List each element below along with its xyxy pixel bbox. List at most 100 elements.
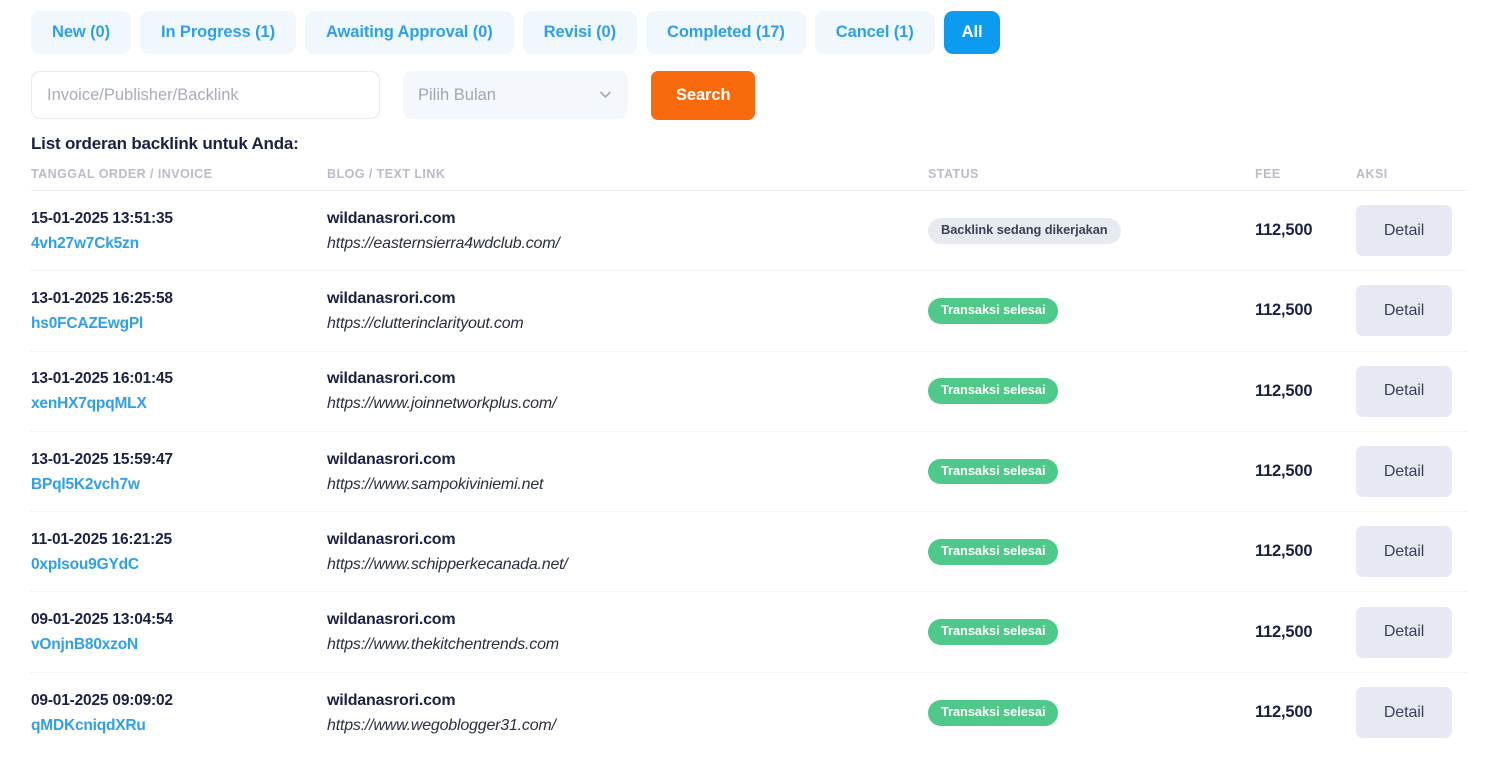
status-badge: Transaksi selesai (928, 378, 1059, 405)
order-date: 09-01-2025 13:04:54 (31, 611, 173, 629)
filter-bar: Pilih Bulan Search (0, 54, 1498, 120)
table-row: 13-01-2025 16:01:45 xenHX7qpqMLX wildanasr… (31, 352, 1467, 432)
order-date: 09-01-2025 09:09:02 (31, 691, 173, 709)
detail-button[interactable]: Detail (1356, 205, 1452, 257)
cell-fee: 112,500 (1255, 622, 1313, 641)
page-title: List orderan backlink untuk Anda: (31, 134, 299, 153)
tab-new[interactable]: New (0) (31, 11, 131, 54)
detail-button[interactable]: Detail (1356, 526, 1452, 578)
cell-blog-textlink: wildanasrori.com https://www.wegoblogger3… (327, 688, 928, 738)
table-row: 13-01-2025 16:25:58 hs0FCAZEwgPl wildanasr… (31, 271, 1467, 352)
tab-in-progress[interactable]: In Progress (1) (139, 11, 297, 54)
text-link[interactable]: https://www.joinnetworkplus.com/ (327, 391, 928, 416)
detail-button[interactable]: Detail (1356, 285, 1452, 337)
text-link[interactable]: https://www.thekitchentrends.com (327, 632, 928, 657)
cell-blog-textlink: wildanasrori.com https://www.schipperkeca… (327, 527, 928, 577)
blog-name: wildanasrori.com (327, 450, 456, 468)
tab-completed[interactable]: Completed (17) (646, 11, 806, 54)
tab-all[interactable]: All (943, 11, 1001, 54)
cell-status: Transaksi selesai (928, 378, 1255, 405)
blog-name: wildanasrori.com (327, 530, 456, 548)
cell-blog-textlink: wildanasrori.com https://www.joinnetworkp… (327, 366, 928, 416)
month-select[interactable]: Pilih Bulan (403, 71, 628, 119)
cell-aksi: Detail (1356, 285, 1467, 337)
cell-fee: 112,500 (1255, 462, 1313, 481)
search-input[interactable] (31, 71, 380, 119)
table-row: 09-01-2025 09:09:02 qMDKcniqdXRu wildanasr… (31, 673, 1467, 753)
cell-fee: 112,500 (1255, 542, 1313, 561)
text-link[interactable]: https://www.schipperkecanada.net/ (327, 552, 928, 577)
text-link[interactable]: https://www.sampokiviniemi.net (327, 472, 928, 497)
detail-button[interactable]: Detail (1356, 606, 1452, 658)
invoice-link[interactable]: hs0FCAZEwgPl (31, 311, 327, 336)
invoice-link[interactable]: 4vh27w7Ck5zn (31, 231, 327, 256)
table-body: 15-01-2025 13:51:35 4vh27w7Ck5zn wildanasr… (31, 191, 1467, 753)
table-row: 13-01-2025 15:59:47 BPql5K2vch7w wildanasr… (31, 432, 1467, 513)
text-link[interactable]: https://easternsierra4wdclub.com/ (327, 231, 928, 256)
order-date: 13-01-2025 15:59:47 (31, 450, 173, 468)
table-row: 09-01-2025 13:04:54 vOnjnB80xzoN wildanasr… (31, 592, 1467, 673)
column-header-blog: BLOG / TEXT LINK (327, 166, 446, 181)
detail-button[interactable]: Detail (1356, 365, 1452, 417)
cell-blog-textlink: wildanasrori.com https://easternsierra4wd… (327, 206, 928, 256)
invoice-link[interactable]: vOnjnB80xzoN (31, 632, 327, 657)
column-header-fee: FEE (1255, 166, 1281, 181)
cell-aksi: Detail (1356, 526, 1467, 578)
invoice-link[interactable]: BPql5K2vch7w (31, 472, 327, 497)
order-date: 13-01-2025 16:25:58 (31, 289, 173, 307)
cell-date-invoice: 13-01-2025 16:01:45 xenHX7qpqMLX (31, 366, 327, 416)
orders-page: New (0) In Progress (1) Awaiting Approval … (0, 0, 1498, 780)
cell-status: Transaksi selesai (928, 538, 1255, 565)
cell-aksi: Detail (1356, 606, 1467, 658)
invoice-link[interactable]: qMDKcniqdXRu (31, 713, 327, 738)
order-date: 13-01-2025 16:01:45 (31, 370, 173, 388)
cell-status: Transaksi selesai (928, 619, 1255, 646)
status-badge: Transaksi selesai (928, 538, 1059, 565)
order-date: 11-01-2025 16:21:25 (31, 530, 172, 548)
cell-blog-textlink: wildanasrori.com https://www.sampokivinie… (327, 447, 928, 497)
cell-date-invoice: 09-01-2025 09:09:02 qMDKcniqdXRu (31, 688, 327, 738)
blog-name: wildanasrori.com (327, 611, 456, 629)
cell-date-invoice: 11-01-2025 16:21:25 0xpIsou9GYdC (31, 527, 327, 577)
cell-date-invoice: 13-01-2025 15:59:47 BPql5K2vch7w (31, 447, 327, 497)
tab-awaiting-approval[interactable]: Awaiting Approval (0) (305, 11, 514, 54)
tab-revisi[interactable]: Revisi (0) (522, 11, 637, 54)
month-select-wrapper: Pilih Bulan (403, 71, 628, 119)
cell-status: Transaksi selesai (928, 298, 1255, 324)
status-badge: Transaksi selesai (928, 458, 1059, 485)
detail-button[interactable]: Detail (1356, 687, 1452, 739)
cell-blog-textlink: wildanasrori.com https://www.thekitchentr… (327, 607, 928, 657)
status-filter-tabs: New (0) In Progress (1) Awaiting Approval … (0, 0, 1498, 54)
search-button[interactable]: Search (651, 71, 756, 120)
text-link[interactable]: https://clutterinclarityout.com (327, 311, 928, 336)
cell-aksi: Detail (1356, 365, 1467, 417)
cell-status: Backlink sedang dikerjakan (928, 217, 1255, 244)
table-row: 15-01-2025 13:51:35 4vh27w7Ck5zn wildanasr… (31, 191, 1467, 272)
column-header-aksi: AKSI (1356, 166, 1388, 181)
status-badge: Transaksi selesai (928, 619, 1059, 646)
order-date: 15-01-2025 13:51:35 (31, 209, 173, 227)
column-header-date: TANGGAL ORDER / INVOICE (31, 166, 213, 181)
cell-date-invoice: 09-01-2025 13:04:54 vOnjnB80xzoN (31, 607, 327, 657)
blog-name: wildanasrori.com (327, 691, 456, 709)
status-badge: Transaksi selesai (928, 298, 1059, 324)
text-link[interactable]: https://www.wegoblogger31.com/ (327, 713, 928, 738)
blog-name: wildanasrori.com (327, 209, 456, 227)
invoice-link[interactable]: 0xpIsou9GYdC (31, 552, 327, 577)
cell-aksi: Detail (1356, 687, 1467, 739)
orders-table: TANGGAL ORDER / INVOICE BLOG / TEXT LINK… (0, 157, 1498, 753)
blog-name: wildanasrori.com (327, 370, 456, 388)
invoice-link[interactable]: xenHX7qpqMLX (31, 391, 327, 416)
column-header-status: STATUS (928, 166, 979, 181)
table-header-row: TANGGAL ORDER / INVOICE BLOG / TEXT LINK… (31, 157, 1467, 191)
cell-status: Transaksi selesai (928, 458, 1255, 485)
status-badge: Backlink sedang dikerjakan (928, 217, 1121, 244)
cell-aksi: Detail (1356, 205, 1467, 257)
table-row: 11-01-2025 16:21:25 0xpIsou9GYdC wildanasr… (31, 512, 1467, 593)
cell-fee: 112,500 (1255, 381, 1313, 400)
tab-cancel[interactable]: Cancel (1) (814, 11, 935, 54)
blog-name: wildanasrori.com (327, 289, 456, 307)
cell-status: Transaksi selesai (928, 700, 1255, 726)
cell-fee: 112,500 (1255, 301, 1313, 320)
detail-button[interactable]: Detail (1356, 446, 1452, 498)
